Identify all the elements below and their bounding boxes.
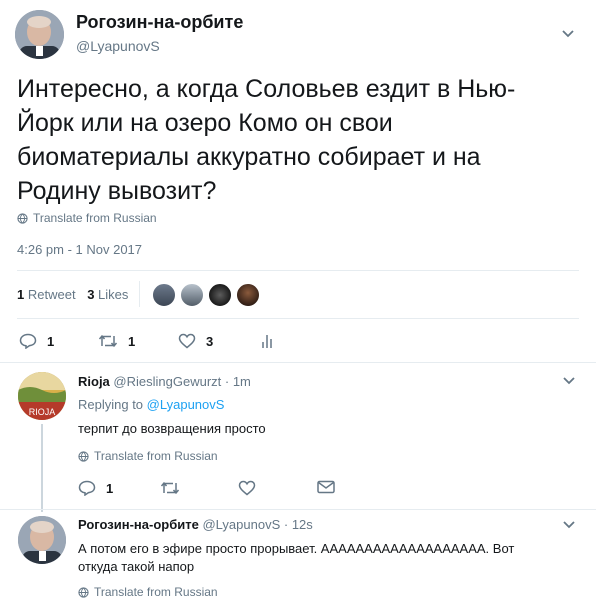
translate-link[interactable]: Translate from Russian [78, 585, 218, 599]
reply-text: терпит до возвращения просто [78, 421, 266, 436]
chevron-down-icon[interactable] [562, 376, 576, 386]
divider [0, 362, 596, 363]
retweets-stat[interactable]: 1 Retweet [17, 287, 79, 302]
divider [17, 318, 579, 319]
reply-display-name[interactable]: Рогозин-на-орбите [78, 517, 199, 532]
reply-text-line: А потом его в эфире просто прорывает. АА… [78, 541, 515, 556]
retweets-label: Retweet [27, 287, 76, 302]
analytics-icon [262, 335, 272, 348]
reply-header: Rioja @RieslingGewurzt · 1m [78, 374, 251, 389]
reply-handle[interactable]: @RieslingGewurzt [113, 374, 221, 389]
chevron-down-icon[interactable] [561, 29, 575, 39]
likes-label: Likes [98, 287, 129, 302]
analytics-button[interactable] [260, 333, 274, 349]
globe-icon [78, 450, 89, 462]
reply-count: 1 [47, 333, 55, 349]
translate-label: Translate from Russian [94, 449, 218, 463]
like-button[interactable]: 3 [178, 333, 213, 349]
reply-button[interactable]: 1 [19, 333, 54, 349]
translate-label: Translate from Russian [33, 211, 157, 225]
reply-icon [19, 333, 37, 349]
handle[interactable]: @LyapunovS [76, 38, 160, 54]
reply-icon [78, 480, 96, 496]
like-button[interactable] [238, 480, 256, 496]
like-count: 3 [206, 333, 214, 349]
reply-time[interactable]: · 1m [225, 374, 251, 389]
liker-avatar[interactable] [180, 283, 204, 307]
likes-stat[interactable]: 3 Likes [87, 287, 128, 302]
thread-line [41, 424, 43, 512]
translate-link[interactable]: Translate from Russian [17, 211, 157, 225]
tweet-text-line: Йорк или на озеро Комо он свои [17, 109, 393, 137]
retweet-button[interactable]: 1 [98, 333, 135, 349]
tweet-text-line: Интересно, а когда Соловьев ездит в Нью- [17, 75, 516, 103]
translate-label: Translate from Russian [94, 585, 218, 599]
retweets-count: 1 [17, 287, 25, 302]
avatar[interactable]: RIOJA [18, 372, 66, 420]
avatar[interactable] [15, 10, 64, 59]
reply-handle[interactable]: @LyapunovS [202, 517, 280, 532]
retweet-button[interactable] [160, 480, 180, 496]
stats-divider [139, 281, 140, 307]
liker-avatar[interactable] [236, 283, 260, 307]
chevron-down-icon[interactable] [562, 520, 576, 530]
envelope-icon [317, 480, 335, 494]
replying-to-link[interactable]: @LyapunovS [147, 397, 225, 412]
svg-text:RIOJA: RIOJA [29, 407, 56, 417]
globe-icon [17, 212, 28, 224]
heart-icon [238, 480, 256, 496]
likes-count: 3 [87, 287, 95, 302]
reply-text: А потом его в эфире просто прорывает. АА… [78, 540, 578, 576]
replying-to: Replying to @LyapunovS [78, 397, 224, 412]
reply-time[interactable]: · 12s [284, 517, 313, 532]
liker-avatar[interactable] [208, 283, 232, 307]
retweet-icon [160, 481, 180, 495]
reply-display-name[interactable]: Rioja [78, 374, 110, 389]
translate-link[interactable]: Translate from Russian [78, 449, 218, 463]
display-name[interactable]: Рогозин-на-орбите [76, 12, 243, 33]
stats-row: 1 Retweet 3 Likes [17, 287, 128, 302]
reply-count: 1 [106, 480, 114, 496]
liker-avatar[interactable] [152, 283, 176, 307]
retweet-icon [98, 334, 118, 348]
retweet-count: 1 [128, 333, 136, 349]
tweet-text-line: биоматериалы аккуратно собирает и на [17, 143, 481, 171]
tweet-text-line: Родину вывозит? [17, 177, 217, 205]
replying-prefix: Replying to [78, 397, 144, 412]
message-button[interactable] [317, 480, 335, 494]
divider [17, 270, 579, 271]
heart-icon [178, 333, 196, 349]
timestamp[interactable]: 4:26 pm - 1 Nov 2017 [17, 242, 142, 257]
globe-icon [78, 586, 89, 598]
reply-text-line: откуда такой напор [78, 559, 195, 574]
divider [0, 509, 596, 510]
reply-button[interactable]: 1 [78, 480, 113, 496]
tweet-text: Интересно, а когда Соловьев ездит в Нью-… [17, 72, 587, 208]
reply-header: Рогозин-на-орбите @LyapunovS · 12s [78, 517, 313, 532]
avatar[interactable] [18, 516, 66, 564]
